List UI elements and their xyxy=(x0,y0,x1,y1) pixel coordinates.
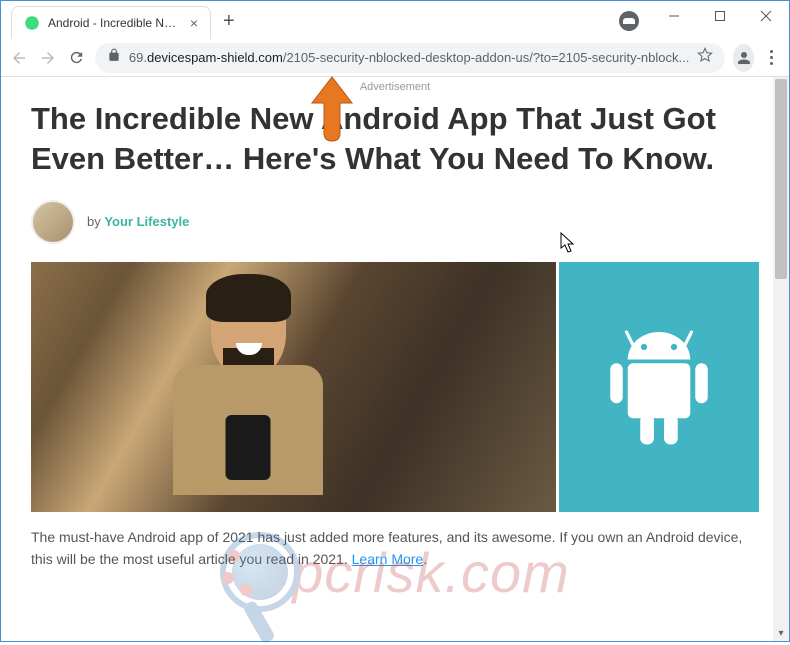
android-panel xyxy=(559,262,759,512)
maximize-button[interactable] xyxy=(697,1,743,31)
new-tab-button[interactable]: + xyxy=(223,10,235,39)
tab-favicon xyxy=(24,15,40,31)
scrollbar-thumb[interactable] xyxy=(775,79,787,279)
address-bar[interactable]: 69.devicespam-shield.com/2105-security-n… xyxy=(95,43,725,73)
browser-tab[interactable]: Android - Incredible New App - E × xyxy=(11,6,211,39)
advertisement-label: Advertisement xyxy=(31,81,759,93)
url-text: 69.devicespam-shield.com/2105-security-n… xyxy=(129,50,689,65)
profile-button[interactable] xyxy=(733,44,754,72)
lock-icon xyxy=(107,48,121,67)
page-content: Advertisement The Incredible New Android… xyxy=(1,77,789,641)
incognito-icon xyxy=(619,11,639,31)
page-title: The Incredible New Android App That Just… xyxy=(31,99,759,180)
learn-more-link[interactable]: Learn More xyxy=(352,551,424,567)
title-bar: Android - Incredible New App - E × + xyxy=(1,1,789,39)
scroll-down-icon[interactable]: ▾ xyxy=(773,625,789,641)
scrollbar[interactable]: ▴ ▾ xyxy=(773,77,789,641)
byline: by Your Lifestyle xyxy=(31,200,759,244)
minimize-button[interactable] xyxy=(651,1,697,31)
toolbar: 69.devicespam-shield.com/2105-security-n… xyxy=(1,39,789,77)
tab-close-icon[interactable]: × xyxy=(190,15,198,31)
bookmark-star-icon[interactable] xyxy=(697,47,713,68)
hero-image xyxy=(31,262,759,512)
reload-button[interactable] xyxy=(66,44,87,72)
close-window-button[interactable] xyxy=(743,1,789,31)
author-name[interactable]: Your Lifestyle xyxy=(104,214,189,229)
menu-button[interactable] xyxy=(762,50,781,65)
hero-photo xyxy=(31,262,556,512)
android-icon xyxy=(594,312,724,462)
body-text: The must-have Android app of 2021 has ju… xyxy=(31,526,759,571)
back-button[interactable] xyxy=(9,44,30,72)
forward-button[interactable] xyxy=(38,44,59,72)
tab-title: Android - Incredible New App - E xyxy=(48,16,182,30)
author-avatar xyxy=(31,200,75,244)
